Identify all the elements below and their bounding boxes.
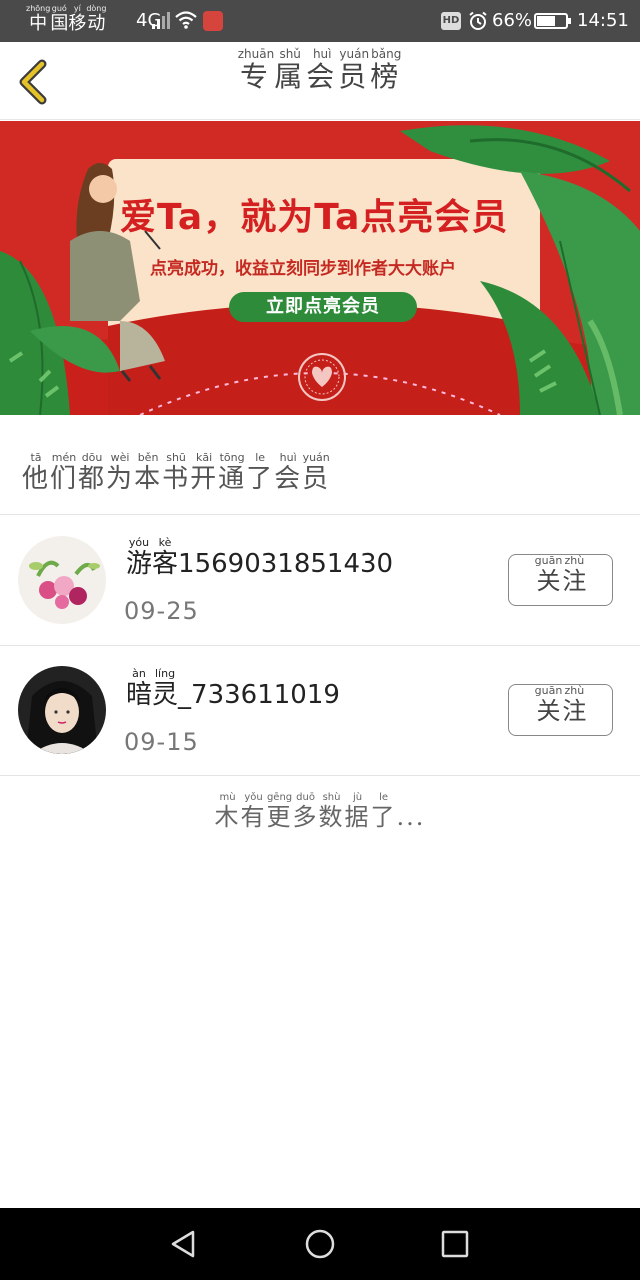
member-row: 游yóu客kè1569031851430 09-25 关guān注zhù — [0, 515, 640, 645]
banner-subtitle: 点亮成功，收益立刻同步到作者大大账户 — [150, 259, 456, 279]
hanzi-char: 会huì — [274, 451, 303, 494]
hanzi-char: 们mén — [50, 451, 79, 494]
notification-app-icon — [203, 11, 223, 31]
members-section-title: 他tā们mén都dōu为wèi本běn书shū开kāi通tōng了le会huì员… — [22, 451, 331, 495]
hanzi-char: 书shū — [162, 451, 191, 494]
member-name: 暗àn灵líng_733611019 — [126, 667, 340, 710]
hanzi-char: 灵líng — [152, 667, 179, 710]
wifi-icon — [175, 11, 197, 29]
hanzi-char: 数shù — [318, 792, 345, 831]
member-date: 09-15 — [124, 728, 199, 756]
hanzi-char: 了le — [370, 792, 397, 831]
alarm-icon — [469, 11, 487, 30]
hanzi-char: 客kè — [152, 536, 179, 579]
hanzi-char: 木mù — [214, 792, 241, 831]
hanzi-char: 暗àn — [126, 667, 153, 710]
avatar[interactable] — [18, 536, 106, 624]
hanzi-char: 会huì — [306, 47, 339, 93]
hd-icon: HD — [441, 12, 461, 30]
battery-percentage: 66% — [492, 10, 533, 31]
hanzi-char: 属shǔ — [274, 47, 307, 93]
banner-headline: 爱Ta，就为Ta点亮会员 — [120, 197, 509, 238]
battery-tip — [568, 18, 571, 24]
hanzi-char: 动dòng — [86, 4, 107, 34]
hanzi-char: 注zhù — [562, 684, 587, 725]
no-more-data-note: 木mù有yǒu更gēng多duō数shù据jù了le... — [0, 792, 640, 832]
promo-banner[interactable]: 爱Ta，就为Ta点亮会员 点亮成功，收益立刻同步到作者大大账户 立即点亮会员 — [0, 121, 640, 415]
page-title: 专zhuān属shǔ会huì员yuán榜bǎng — [0, 47, 640, 95]
activate-membership-button[interactable]: 立即点亮会员 — [229, 292, 417, 322]
hanzi-char: 他tā — [22, 451, 51, 494]
hanzi-char: 本běn — [134, 451, 163, 494]
hanzi-char: 更gēng — [266, 792, 293, 831]
hanzi-char: 通tōng — [218, 451, 247, 494]
member-date: 09-25 — [124, 597, 199, 625]
hanzi-char: 移yí — [68, 4, 87, 34]
hanzi-char: 员yuán — [302, 451, 331, 494]
back-triangle-icon[interactable] — [165, 1226, 201, 1262]
battery-icon — [534, 13, 568, 29]
recents-square-icon[interactable] — [437, 1226, 473, 1262]
hanzi-char: 为wèi — [106, 451, 135, 494]
follow-button[interactable]: 关guān注zhù — [508, 554, 613, 606]
hanzi-char: 开kāi — [190, 451, 219, 494]
hanzi-char: 员yuán — [338, 47, 371, 93]
hanzi-char: 游yóu — [126, 536, 153, 579]
hanzi-char: 了le — [246, 451, 275, 494]
top-nav: 专zhuān属shǔ会huì员yuán榜bǎng — [0, 42, 640, 120]
hanzi-char: 关guān — [534, 684, 563, 725]
hanzi-char: 专zhuān — [237, 47, 275, 93]
hanzi-char: 榜bǎng — [370, 47, 403, 93]
carrier-name: 中zhōng国guó移yí动dòng — [26, 4, 106, 42]
hanzi-char: 注zhù — [562, 554, 587, 595]
member-row: 暗àn灵líng_733611019 09-15 关guān注zhù — [0, 646, 640, 776]
hanzi-char: 国guó — [50, 4, 69, 34]
hanzi-char: 多duō — [292, 792, 319, 831]
signal-icon — [152, 12, 170, 29]
hanzi-char: 有yǒu — [240, 792, 267, 831]
row-divider — [0, 775, 640, 776]
clock: 14:51 — [577, 10, 629, 31]
hanzi-char: 关guān — [534, 554, 563, 595]
status-bar: 中zhōng国guó移yí动dòng 4G HD 66% 14:51 — [0, 0, 640, 42]
hanzi-char: ... — [396, 803, 426, 831]
member-name: 游yóu客kè1569031851430 — [126, 536, 394, 579]
system-nav-bar — [0, 1208, 640, 1280]
hanzi-char: 都dōu — [78, 451, 107, 494]
avatar[interactable] — [18, 666, 106, 754]
hanzi-char: 据jù — [344, 792, 371, 831]
hanzi-char: 中zhōng — [26, 4, 51, 34]
follow-button[interactable]: 关guān注zhù — [508, 684, 613, 736]
home-circle-icon[interactable] — [302, 1226, 338, 1262]
